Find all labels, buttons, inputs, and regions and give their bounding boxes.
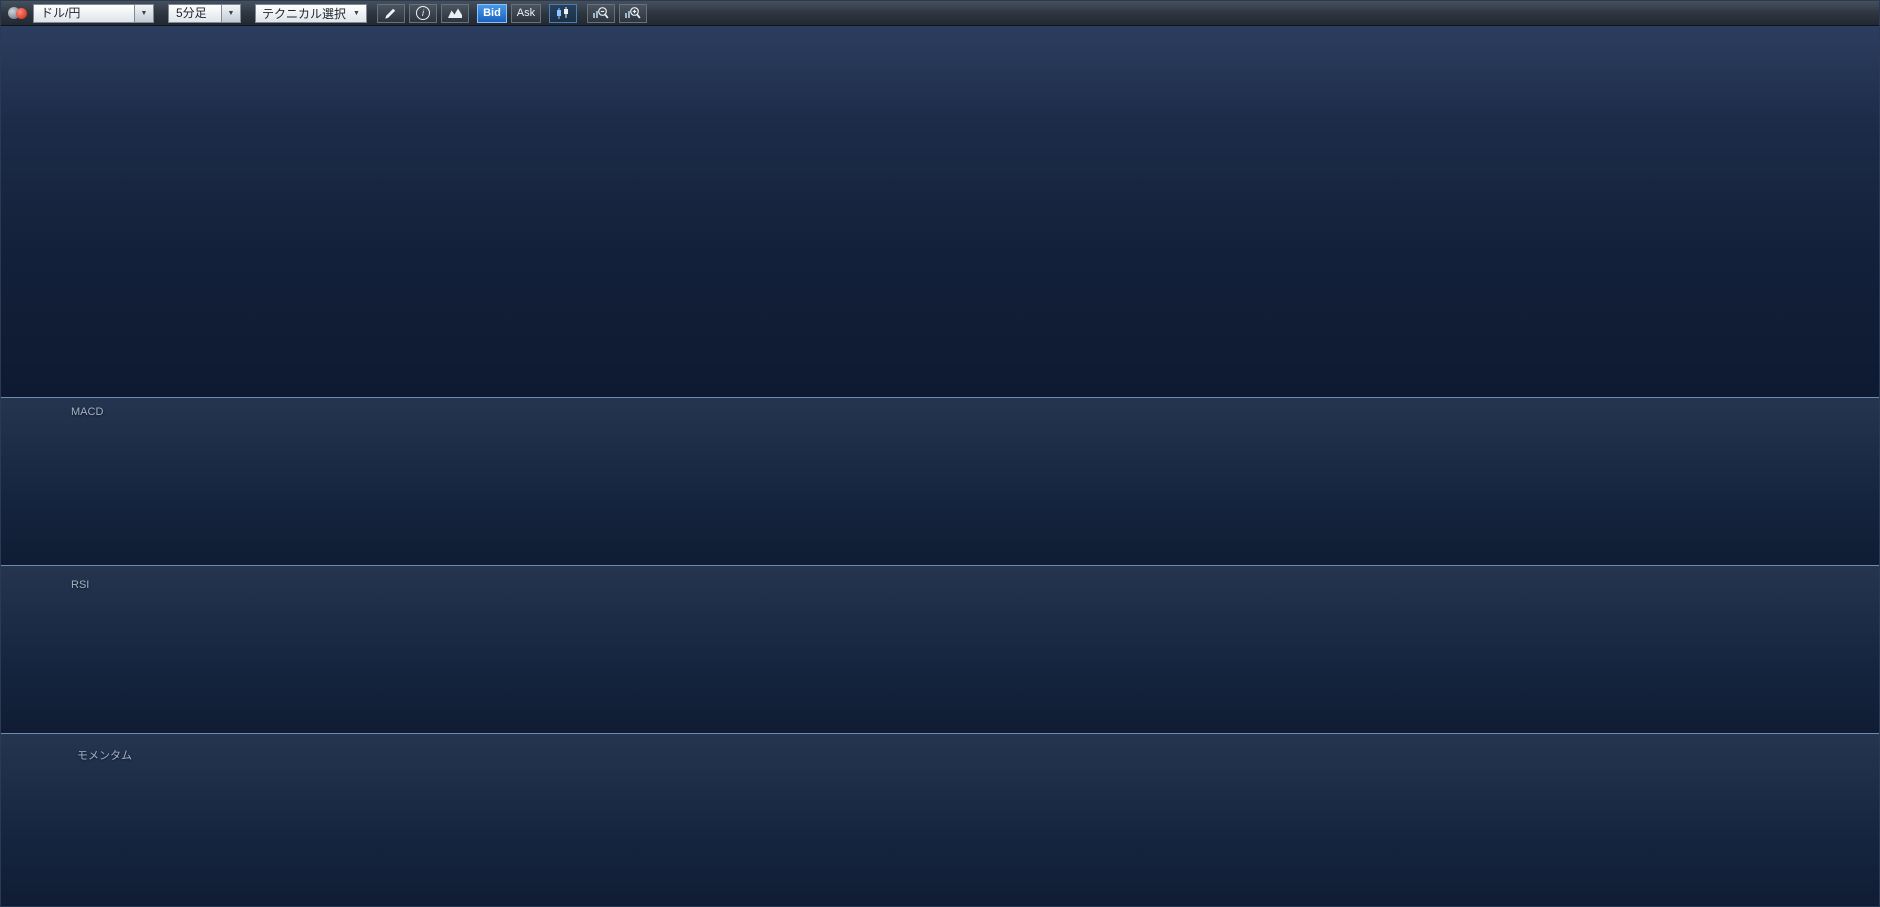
area-chart-icon [447, 7, 463, 19]
bid-toggle-button[interactable]: Bid [477, 4, 507, 23]
technical-select-label: テクニカル選択 [262, 5, 346, 22]
price-chart-overlay [1, 25, 1880, 397]
chevron-down-icon: ▼ [353, 10, 360, 17]
toolbar: ドル/円 ▼ 5分足 ▼ テクニカル選択 ▼ i Bid Ask [1, 1, 1879, 26]
zoom-in-icon [624, 6, 641, 20]
rsi-overlay: RSI [1, 566, 1880, 733]
price-chart-panel[interactable] [1, 25, 1880, 397]
zoom-out-icon [592, 6, 609, 20]
chart-style-button[interactable] [441, 4, 469, 23]
rsi-panel-title: RSI [71, 579, 89, 591]
chevron-down-icon[interactable]: ▼ [134, 4, 154, 23]
ask-toggle-button[interactable]: Ask [511, 4, 541, 23]
momentum-panel-title: モメンタム [77, 747, 132, 763]
pencil-icon [384, 7, 397, 20]
app-icon-dot [16, 8, 27, 19]
macd-panel-title: MACD [71, 406, 103, 418]
timeframe-value: 5分足 [168, 4, 221, 23]
timeframe-select[interactable]: 5分足 ▼ [168, 4, 241, 23]
app-icon [7, 5, 29, 22]
momentum-overlay: モメンタム [1, 734, 1880, 907]
macd-overlay: MACD [1, 398, 1880, 565]
fx-chart-window: ドル/円 ▼ 5分足 ▼ テクニカル選択 ▼ i Bid Ask [0, 0, 1880, 907]
macd-panel[interactable]: MACD [1, 397, 1880, 565]
chevron-down-icon[interactable]: ▼ [221, 4, 241, 23]
momentum-panel[interactable]: モメンタム [1, 733, 1880, 907]
rsi-panel[interactable]: RSI [1, 565, 1880, 733]
technical-select-button[interactable]: テクニカル選択 ▼ [255, 4, 367, 23]
candlestick-icon [555, 7, 570, 20]
info-button[interactable]: i [409, 4, 437, 23]
info-icon: i [416, 6, 430, 20]
candlestick-view-button[interactable] [549, 4, 577, 23]
currency-pair-select[interactable]: ドル/円 ▼ [33, 4, 154, 23]
currency-pair-value: ドル/円 [33, 4, 134, 23]
zoom-out-button[interactable] [587, 4, 615, 23]
draw-tool-button[interactable] [377, 4, 405, 23]
zoom-in-button[interactable] [619, 4, 647, 23]
